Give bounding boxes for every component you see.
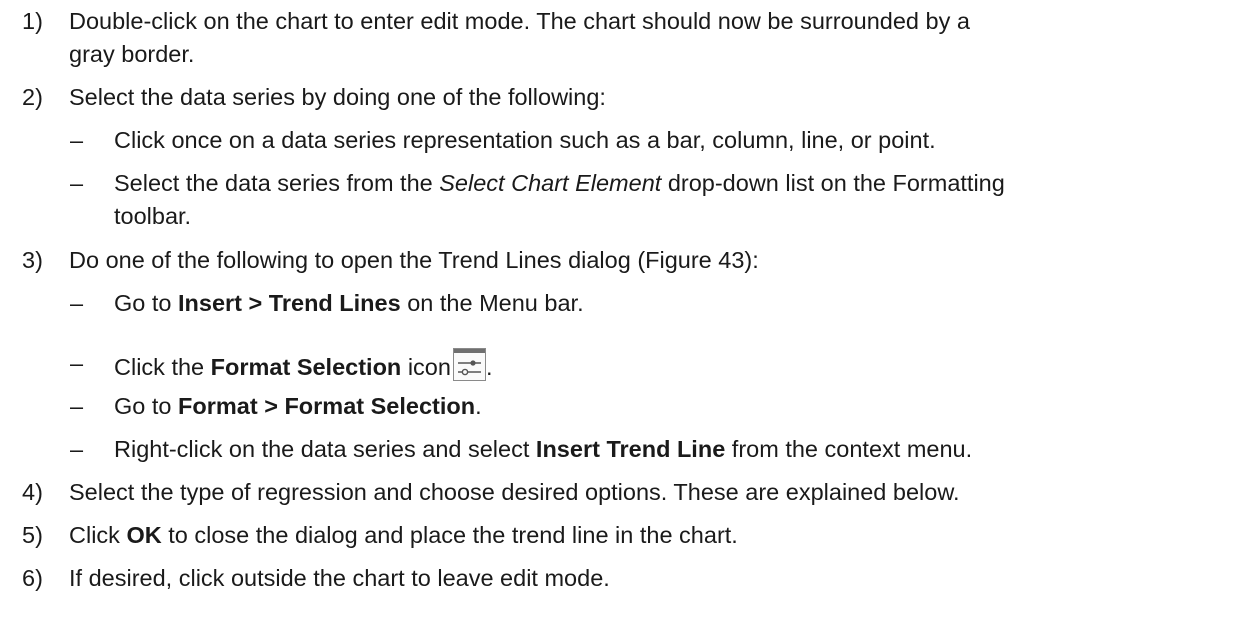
text-run: drop-down list on the Formatting bbox=[661, 170, 1005, 196]
step-text: Double-click on the chart to enter edit … bbox=[69, 8, 970, 34]
bullet-dash: – bbox=[70, 127, 84, 153]
substep-text: Select the data series from the Select C… bbox=[114, 168, 1005, 199]
text-run: to close the dialog and place the trend … bbox=[161, 522, 738, 548]
step-text: Select the type of regression and choose… bbox=[69, 479, 960, 505]
bullet-dash: – bbox=[70, 350, 84, 376]
text-run: Go to bbox=[114, 393, 179, 419]
bullet-dash: – bbox=[70, 436, 84, 462]
bold-text: Format > Format Selection bbox=[178, 393, 476, 419]
text-run: from the context menu. bbox=[725, 436, 973, 462]
bold-text: Insert > Trend Lines bbox=[178, 290, 401, 316]
text-run: Click bbox=[69, 522, 127, 548]
step-number: 5) bbox=[22, 522, 43, 548]
bullet-dash: – bbox=[70, 290, 84, 316]
step-text: gray border. bbox=[69, 41, 195, 67]
format-selection-icon bbox=[452, 348, 486, 381]
substep-text: Go to Format > Format Selection. bbox=[114, 391, 482, 422]
substep-text: Click the Format Selection icon. bbox=[114, 348, 492, 383]
step-number: 6) bbox=[22, 565, 43, 591]
text-run: icon bbox=[401, 354, 451, 380]
text-run: . bbox=[475, 393, 482, 419]
text-run: Select the data series from the bbox=[114, 170, 440, 196]
bullet-dash: – bbox=[70, 170, 84, 196]
step-text: Click OK to close the dialog and place t… bbox=[69, 520, 738, 551]
text-run: . bbox=[485, 354, 493, 380]
text-run: on the Menu bar. bbox=[400, 290, 584, 316]
step-text: Do one of the following to open the Tren… bbox=[69, 247, 759, 273]
bold-text: Format Selection bbox=[210, 354, 402, 380]
text-run: Click the bbox=[114, 354, 211, 380]
substep-text: Click once on a data series representati… bbox=[114, 127, 936, 153]
substep-text: Go to Insert > Trend Lines on the Menu b… bbox=[114, 288, 584, 319]
bold-text: Insert Trend Line bbox=[535, 436, 726, 462]
bullet-dash: – bbox=[70, 393, 84, 419]
step-text: Select the data series by doing one of t… bbox=[69, 84, 606, 110]
step-number: 1) bbox=[22, 8, 43, 34]
text-run: Go to bbox=[114, 290, 179, 316]
step-text: If desired, click outside the chart to l… bbox=[69, 565, 610, 591]
bold-text: OK bbox=[126, 522, 162, 548]
substep-text: Right-click on the data series and selec… bbox=[114, 434, 972, 465]
text-run: Right-click on the data series and selec… bbox=[114, 436, 536, 462]
step-number: 3) bbox=[22, 247, 43, 273]
step-number: 2) bbox=[22, 84, 43, 110]
substep-text: toolbar. bbox=[114, 203, 192, 229]
emphasis-text: Select Chart Element bbox=[439, 170, 662, 196]
step-number: 4) bbox=[22, 479, 43, 505]
